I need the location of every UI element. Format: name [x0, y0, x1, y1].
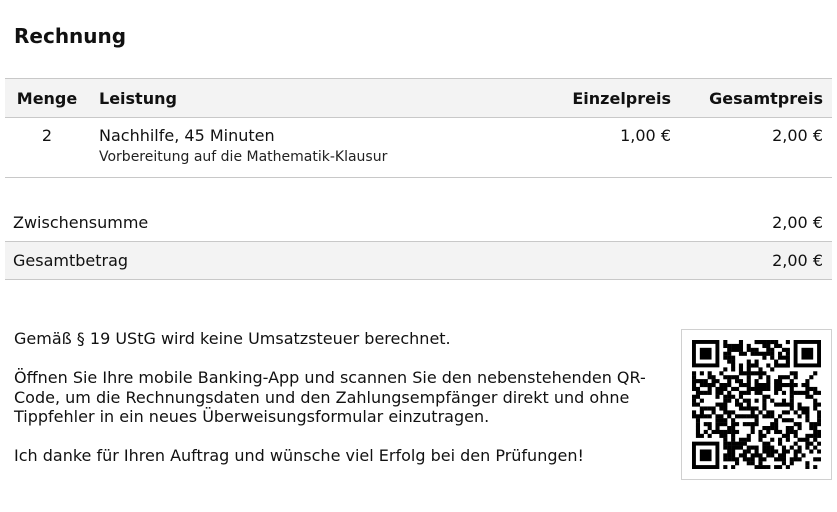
subtotal-row: Zwischensumme 2,00 €: [5, 204, 832, 242]
row-item-name: Nachhilfe, 45 Minuten: [99, 126, 275, 145]
row-item-detail: Vorbereitung auf die Mathematik-Klausur: [99, 149, 388, 165]
header-total-price: Gesamtpreis: [681, 78, 832, 118]
tax-note: Gemäß § 19 UStG wird keine Umsatzsteuer …: [14, 329, 451, 348]
qr-code-frame: [681, 329, 832, 480]
row-total-price: 2,00 €: [681, 117, 832, 178]
row-unit-price: 1,00 €: [441, 117, 681, 178]
notes-section: Gemäß § 19 UStG wird keine Umsatzsteuer …: [14, 329, 654, 485]
qr-instructions: Öffnen Sie Ihre mobile Banking-App und s…: [14, 368, 646, 426]
line-items-table: Menge Leistung Einzelpreis Gesamtpreis 2…: [5, 78, 832, 178]
row-description: Nachhilfe, 45 Minuten Vorbereitung auf d…: [89, 117, 441, 178]
subtotal-label: Zwischensumme: [13, 213, 149, 232]
subtotal-value: 2,00 €: [772, 213, 823, 232]
grand-total-row: Gesamtbetrag 2,00 €: [5, 242, 832, 280]
header-description: Leistung: [89, 78, 441, 118]
table-row: 2 Nachhilfe, 45 Minuten Vorbereitung auf…: [5, 117, 832, 178]
table-body: 2 Nachhilfe, 45 Minuten Vorbereitung auf…: [5, 117, 832, 178]
grand-total-label: Gesamtbetrag: [13, 251, 129, 270]
invoice-title: Rechnung: [14, 24, 127, 48]
table-header-row: Menge Leistung Einzelpreis Gesamtpreis: [5, 78, 832, 118]
table-header: Menge Leistung Einzelpreis Gesamtpreis: [5, 78, 832, 118]
row-qty: 2: [5, 117, 89, 178]
header-qty: Menge: [5, 78, 89, 118]
header-unit-price: Einzelpreis: [441, 78, 681, 118]
grand-total-value: 2,00 €: [772, 251, 823, 270]
closing-note: Ich danke für Ihren Auftrag und wünsche …: [14, 446, 584, 465]
qr-code-icon: [692, 340, 821, 469]
